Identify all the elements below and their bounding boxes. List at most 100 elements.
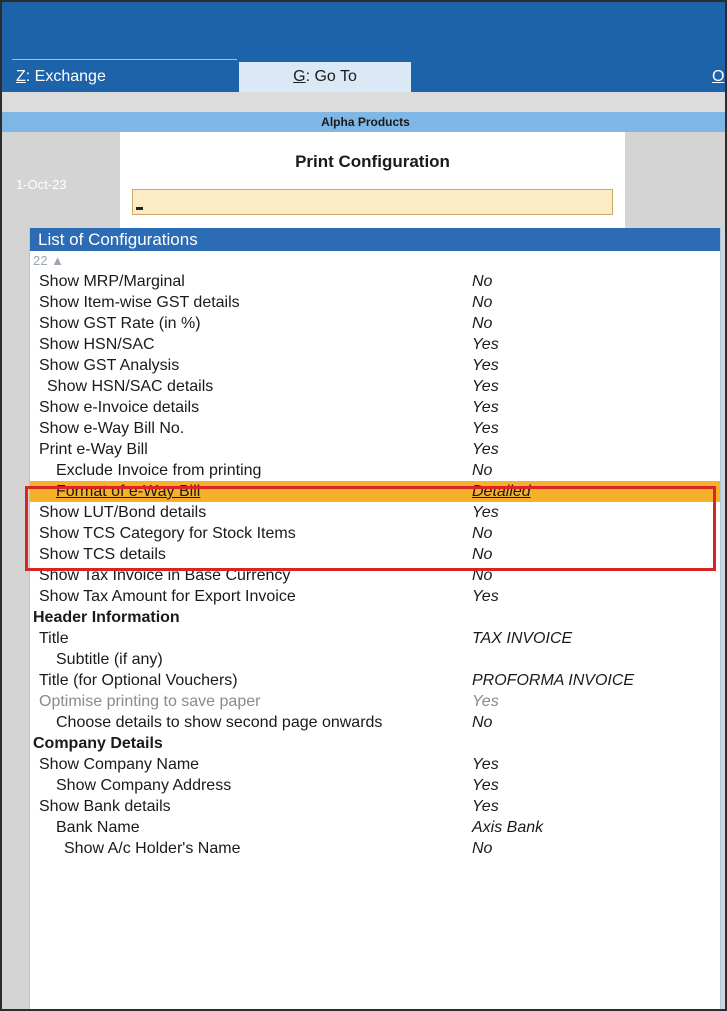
config-value: Axis Bank: [472, 819, 544, 836]
config-value: No: [472, 840, 493, 857]
config-label: Show GST Rate (in %): [39, 315, 201, 332]
config-row[interactable]: Show Tax Amount for Export Invoice Yes: [30, 586, 720, 607]
config-label: Subtitle (if any): [56, 651, 163, 668]
config-row[interactable]: Show Bank details Yes: [30, 796, 720, 817]
config-value: No: [472, 294, 493, 311]
section-label: Header Information: [33, 609, 180, 626]
list-header: List of Configurations: [30, 228, 720, 251]
config-value: No: [472, 462, 493, 479]
print-configuration-card: Print Configuration: [120, 132, 625, 228]
config-row[interactable]: Show Company Name Yes: [30, 754, 720, 775]
config-label: Show Item-wise GST details: [39, 294, 240, 311]
config-label: Title (for Optional Vouchers): [39, 672, 238, 689]
config-label: Optimise printing to save paper: [39, 693, 261, 710]
config-label: Show e-Invoice details: [39, 399, 200, 416]
topbar-divider: [12, 59, 237, 60]
config-value: No: [472, 546, 493, 563]
config-row[interactable]: Choose details to show second page onwar…: [30, 712, 720, 733]
app-window: Z: Exchange G: Go To O:I Alpha Products …: [0, 0, 727, 1011]
config-value: Yes: [472, 777, 499, 794]
config-label: Show TCS Category for Stock Items: [39, 525, 296, 542]
goto-label: Go To: [314, 68, 357, 85]
config-row-selected[interactable]: Format of e-Way Bill Detailed: [30, 481, 720, 502]
config-label: Show Tax Invoice in Base Currency: [39, 567, 291, 584]
config-label: Show LUT/Bond details: [39, 504, 207, 521]
config-label: Print e-Way Bill: [39, 441, 148, 458]
config-row[interactable]: Show MRP/Marginal No: [30, 271, 720, 292]
config-value: Yes: [472, 798, 499, 815]
config-label: Show A/c Holder's Name: [64, 840, 241, 857]
config-label: Exclude Invoice from printing: [56, 462, 262, 479]
config-row[interactable]: Show HSN/SAC details Yes: [30, 376, 720, 397]
option-button[interactable]: O:I: [712, 62, 725, 92]
print-configuration-title: Print Configuration: [295, 152, 450, 171]
config-list: Show MRP/Marginal No Show Item-wise GST de…: [30, 271, 720, 859]
exchange-button[interactable]: Z: Exchange: [16, 62, 106, 92]
config-label: Show e-Way Bill No.: [39, 420, 185, 437]
section-header: Header Information: [30, 607, 720, 628]
config-label: Show TCS details: [39, 546, 166, 563]
config-label: Show HSN/SAC details: [47, 378, 214, 395]
config-value: PROFORMA INVOICE: [472, 672, 635, 689]
goto-button[interactable]: G: Go To: [239, 62, 411, 92]
config-value: Yes: [472, 756, 499, 773]
config-row[interactable]: Title TAX INVOICE: [30, 628, 720, 649]
list-count: 22 ▲: [33, 253, 64, 268]
config-row[interactable]: Show HSN/SAC Yes: [30, 334, 720, 355]
top-bar: Z: Exchange G: Go To O:I: [2, 2, 725, 92]
exchange-label: Exchange: [34, 68, 106, 85]
goto-shortcut-key: G: [293, 68, 306, 85]
option-shortcut-key: O: [712, 68, 725, 85]
company-name: Alpha Products: [321, 115, 410, 129]
config-label: Show Company Address: [56, 777, 232, 794]
config-label: Show Tax Amount for Export Invoice: [39, 588, 296, 605]
config-row[interactable]: Show GST Analysis Yes: [30, 355, 720, 376]
config-label: Choose details to show second page onwar…: [56, 714, 383, 731]
config-row[interactable]: Show e-Invoice details Yes: [30, 397, 720, 418]
config-value: No: [472, 525, 493, 542]
config-row[interactable]: Show LUT/Bond details Yes: [30, 502, 720, 523]
config-value: Detailed: [472, 483, 531, 500]
configuration-search-input[interactable]: [132, 189, 613, 215]
config-row[interactable]: Print e-Way Bill Yes: [30, 439, 720, 460]
config-row[interactable]: Show Item-wise GST details No: [30, 292, 720, 313]
config-row[interactable]: Show GST Rate (in %) No: [30, 313, 720, 334]
config-value: No: [472, 714, 493, 731]
config-row[interactable]: Show Company Address Yes: [30, 775, 720, 796]
config-row[interactable]: Exclude Invoice from printing No: [30, 460, 720, 481]
config-label: Show Company Name: [39, 756, 200, 773]
config-row[interactable]: Show A/c Holder's Name No: [30, 838, 720, 859]
config-label: Show MRP/Marginal: [39, 273, 185, 290]
config-value: Yes: [472, 420, 499, 437]
config-row[interactable]: Show TCS details No: [30, 544, 720, 565]
section-header: Company Details: [30, 733, 720, 754]
config-value: Yes: [472, 336, 499, 353]
list-of-configurations-panel: List of Configurations 22 ▲ Show MRP/Mar…: [29, 228, 721, 1009]
config-value: Yes: [472, 378, 499, 395]
config-value: Yes: [472, 504, 499, 521]
section-label: Company Details: [33, 735, 163, 752]
company-strip: Alpha Products: [2, 112, 725, 132]
config-row[interactable]: Subtitle (if any): [30, 649, 720, 670]
config-label: Show HSN/SAC: [39, 336, 155, 353]
config-row[interactable]: Optimise printing to save paper Yes: [30, 691, 720, 712]
text-cursor: [136, 207, 143, 210]
config-value: TAX INVOICE: [472, 630, 573, 647]
background-date: 1-Oct-23: [16, 177, 67, 192]
config-value: No: [472, 273, 493, 290]
config-value: No: [472, 315, 493, 332]
config-row[interactable]: Show TCS Category for Stock Items No: [30, 523, 720, 544]
config-value: Yes: [472, 693, 499, 710]
config-row[interactable]: Bank Name Axis Bank: [30, 817, 720, 838]
config-label: Title: [39, 630, 69, 647]
config-label: Bank Name: [56, 819, 140, 836]
config-value: No: [472, 567, 493, 584]
config-value: Yes: [472, 588, 499, 605]
config-label: Show GST Analysis: [39, 357, 180, 374]
config-row[interactable]: Show e-Way Bill No. Yes: [30, 418, 720, 439]
config-row[interactable]: Title (for Optional Vouchers) PROFORMA IN…: [30, 670, 720, 691]
config-row[interactable]: Show Tax Invoice in Base Currency No: [30, 565, 720, 586]
config-value: Yes: [472, 357, 499, 374]
config-value: Yes: [472, 399, 499, 416]
config-label: Format of e-Way Bill: [56, 483, 201, 500]
